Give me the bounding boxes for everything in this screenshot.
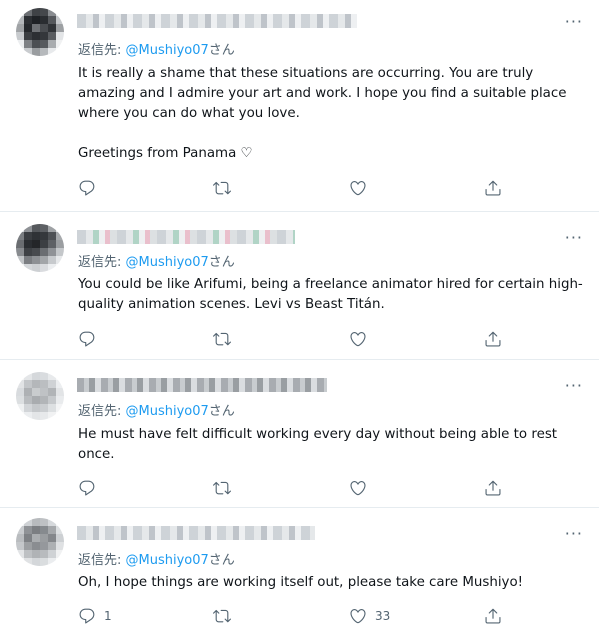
reply-icon — [78, 179, 96, 197]
tweet-1[interactable]: ··· 返信先: @Mushiyo07さん It is really a sha… — [0, 0, 599, 212]
like-button[interactable] — [349, 329, 375, 349]
reply-button[interactable] — [78, 329, 104, 349]
share-icon — [484, 330, 502, 348]
username-blurred[interactable] — [77, 14, 357, 28]
reply-icon — [78, 479, 96, 497]
username-blurred[interactable] — [77, 230, 295, 244]
reply-handle-link[interactable]: @Mushiyo07 — [126, 553, 209, 568]
reply-handle-link[interactable]: @Mushiyo07 — [126, 43, 209, 58]
heart-icon — [349, 330, 367, 348]
more-icon[interactable]: ··· — [565, 14, 583, 30]
reply-button[interactable] — [78, 178, 104, 198]
share-icon — [484, 607, 502, 625]
tweet-text: He must have felt difficult working ever… — [78, 427, 558, 462]
reply-feed: ··· 返信先: @Mushiyo07さん It is really a sha… — [0, 0, 599, 639]
retweet-icon — [213, 607, 231, 625]
reply-icon — [78, 330, 96, 348]
tweet-text: Oh, I hope things are working itself out… — [78, 575, 524, 590]
retweet-icon — [213, 179, 231, 197]
tweet-3[interactable]: ··· 返信先: @Mushiyo07さん He must have felt … — [0, 360, 599, 508]
share-button[interactable] — [484, 606, 502, 626]
replying-to: 返信先: @Mushiyo07さん — [78, 255, 235, 270]
replying-to: 返信先: @Mushiyo07さん — [78, 404, 235, 419]
retweet-button[interactable] — [213, 606, 239, 626]
retweet-button[interactable] — [213, 478, 239, 498]
reply-count: 1 — [104, 609, 112, 623]
share-icon — [484, 479, 502, 497]
replying-to: 返信先: @Mushiyo07さん — [78, 43, 235, 58]
share-button[interactable] — [484, 178, 502, 198]
username-blurred[interactable] — [77, 526, 315, 540]
like-button[interactable] — [349, 178, 375, 198]
tweet-actions — [78, 329, 518, 349]
replying-to: 返信先: @Mushiyo07さん — [78, 553, 235, 568]
username-blurred[interactable] — [77, 378, 327, 392]
reply-handle-link[interactable]: @Mushiyo07 — [126, 404, 209, 419]
reply-icon — [78, 607, 96, 625]
tweet-text: You could be like Arifumi, being a freel… — [78, 277, 583, 312]
retweet-icon — [213, 479, 231, 497]
share-icon — [484, 179, 502, 197]
tweet-4[interactable]: ··· 返信先: @Mushiyo07さん Oh, I hope things … — [0, 508, 599, 639]
tweet-actions — [78, 178, 518, 198]
more-icon[interactable]: ··· — [565, 230, 583, 246]
tweet-actions — [78, 478, 518, 498]
tweet-actions: 1 33 — [78, 606, 518, 626]
more-icon[interactable]: ··· — [565, 526, 583, 542]
like-count: 33 — [375, 609, 391, 623]
avatar[interactable] — [16, 372, 64, 420]
heart-icon — [349, 479, 367, 497]
more-icon[interactable]: ··· — [565, 378, 583, 394]
heart-icon — [349, 607, 367, 625]
share-button[interactable] — [484, 329, 502, 349]
avatar[interactable] — [16, 518, 64, 566]
tweet-2[interactable]: ··· 返信先: @Mushiyo07さん You could be like … — [0, 212, 599, 360]
like-button[interactable] — [349, 478, 375, 498]
like-button[interactable]: 33 — [349, 606, 390, 626]
tweet-text: It is really a shame that these situatio… — [78, 66, 567, 161]
reply-button[interactable]: 1 — [78, 606, 112, 626]
share-button[interactable] — [484, 478, 502, 498]
retweet-button[interactable] — [213, 329, 239, 349]
retweet-button[interactable] — [213, 178, 239, 198]
reply-button[interactable] — [78, 478, 104, 498]
avatar[interactable] — [16, 224, 64, 272]
reply-handle-link[interactable]: @Mushiyo07 — [126, 255, 209, 270]
retweet-icon — [213, 330, 231, 348]
avatar[interactable] — [16, 8, 64, 56]
heart-icon — [349, 179, 367, 197]
